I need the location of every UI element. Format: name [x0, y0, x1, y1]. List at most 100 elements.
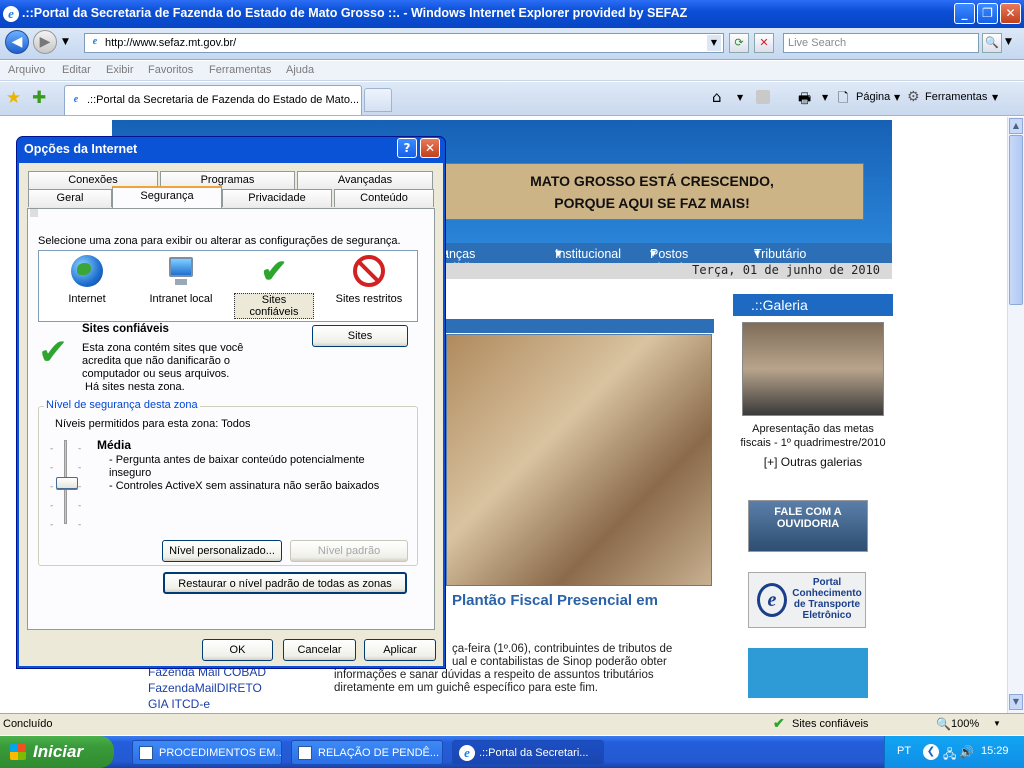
network-icon[interactable]: 🖧	[943, 745, 956, 766]
address-dropdown-icon[interactable]: ▼	[707, 35, 721, 51]
selected-zone-check-icon: ✔	[38, 332, 69, 373]
menu-exibir[interactable]: Exibir	[106, 64, 134, 76]
feeds-icon[interactable]	[756, 90, 770, 104]
volume-icon[interactable]: 🔊	[959, 745, 974, 759]
trusted-zone-icon: ✔	[773, 715, 785, 731]
home-icon[interactable]: ⌂	[712, 88, 722, 106]
checkmark-icon: ✔	[260, 253, 288, 289]
back-button[interactable]: ◀	[5, 30, 29, 54]
default-level-button[interactable]: Nível padrão	[290, 540, 408, 562]
selected-zone-title: Sites confiáveis	[82, 323, 169, 335]
refresh-button[interactable]: ⟳	[729, 33, 749, 53]
address-bar[interactable]: e http://www.sefaz.mt.gov.br/ ▼	[84, 33, 724, 53]
zone-internet[interactable]: Internet	[47, 255, 127, 305]
maximize-button[interactable]: ❐	[977, 3, 998, 24]
menu-editar[interactable]: Editar	[62, 64, 91, 76]
zoom-dropdown-icon[interactable]: ▼	[993, 719, 1001, 728]
zone-intranet[interactable]: Intranet local	[141, 255, 221, 305]
stop-button[interactable]: ✕	[754, 33, 774, 53]
zone-sites-confiaveis[interactable]: ✔ Sites confiáveis	[234, 255, 314, 319]
clock[interactable]: 15:29	[981, 745, 1009, 757]
language-indicator[interactable]: PT	[897, 745, 911, 757]
vertical-scrollbar[interactable]: ▲ ▼	[1007, 117, 1024, 713]
link-fazenda-mail-direto[interactable]: FazendaMailDIRETO	[148, 681, 262, 695]
windows-logo-icon	[10, 744, 26, 760]
menu-ferramentas[interactable]: Ferramentas	[209, 64, 271, 76]
history-dropdown-icon[interactable]: ▼	[62, 37, 69, 47]
menu-favoritos[interactable]: Favoritos	[148, 64, 193, 76]
cte-banner[interactable]: e Portal Conhecimento de Transporte Eletrôn…	[748, 572, 866, 628]
add-favorite-icon[interactable]: ✚	[32, 88, 46, 108]
page-nav: anças Públicas ▾ Institucional ▾ Postos …	[440, 243, 892, 275]
nav-tributario[interactable]: Tributário ▾	[754, 245, 806, 261]
help-button[interactable]: ?	[397, 138, 417, 158]
search-input[interactable]: Live Search	[783, 33, 979, 53]
status-zone[interactable]: Sites confiáveis	[792, 718, 868, 730]
gallery-caption-1[interactable]: Apresentação das metas	[733, 423, 893, 435]
nav-institucional[interactable]: Institucional ▾	[555, 245, 621, 261]
custom-level-button[interactable]: Nível personalizado...	[162, 540, 282, 562]
ie-task-icon: e	[459, 745, 475, 761]
scroll-thumb[interactable]	[1009, 135, 1023, 305]
tab-page-icon: e	[69, 93, 83, 107]
ouvidoria-banner[interactable]: FALE COM A OUVIDORIA	[748, 500, 868, 552]
tab-avancadas[interactable]: Avançadas	[297, 171, 433, 189]
close-button[interactable]: ✕	[1000, 3, 1021, 24]
cancel-button[interactable]: Cancelar	[283, 639, 356, 661]
ok-button[interactable]: OK	[202, 639, 273, 661]
blue-banner[interactable]	[748, 648, 868, 698]
zoom-icon: 🔍	[936, 717, 951, 731]
globe-icon	[71, 255, 103, 287]
tray-arrow-icon[interactable]: ❮	[923, 744, 939, 760]
outras-galerias-link[interactable]: [+] Outras galerias	[733, 455, 893, 469]
tab-geral[interactable]: Geral	[28, 189, 112, 207]
apply-button[interactable]: Aplicar	[364, 639, 436, 661]
security-level-name: Média	[97, 438, 132, 452]
link-gia-itcd[interactable]: GIA ITCD-e	[148, 697, 210, 711]
tab-conteudo[interactable]: Conteúdo	[334, 189, 434, 207]
restore-all-zones-button[interactable]: Restaurar o nível padrão de todas as zon…	[163, 572, 407, 594]
new-tab-button[interactable]	[364, 88, 392, 112]
gallery-caption-2[interactable]: fiscais - 1º quadrimestre/2010	[733, 437, 893, 449]
menu-ajuda[interactable]: Ajuda	[286, 64, 314, 76]
start-button[interactable]: Iniciar	[0, 736, 114, 768]
page-menu[interactable]: Página	[856, 91, 890, 103]
search-options-icon[interactable]: ▼	[1005, 37, 1012, 47]
scroll-up-arrow[interactable]: ▲	[1009, 118, 1023, 134]
news-photo[interactable]	[446, 334, 712, 586]
scroll-down-arrow[interactable]: ▼	[1009, 694, 1023, 710]
menu-arquivo[interactable]: Arquivo	[8, 64, 45, 76]
zone-sites-restritos[interactable]: Sites restritos	[329, 255, 409, 305]
dialog-close-button[interactable]: ✕	[420, 138, 440, 158]
slider-ticks-left: -----	[50, 444, 54, 530]
news-headline[interactable]: Plantão Fiscal Presencial em	[452, 592, 658, 609]
security-level-label: Nível de segurança desta zona	[44, 399, 200, 411]
tab-seguranca[interactable]: Segurança	[112, 186, 222, 208]
tab-privacidade[interactable]: Privacidade	[222, 189, 332, 207]
task-procedimentos[interactable]: PROCEDIMENTOS EM...	[132, 740, 282, 765]
gallery-photo[interactable]	[742, 322, 884, 416]
search-placeholder: Live Search	[788, 37, 847, 49]
task-portal[interactable]: e .::Portal da Secretari...	[452, 740, 604, 765]
search-icon[interactable]: 🔍	[982, 33, 1002, 53]
favorites-star-icon[interactable]: ★	[6, 88, 21, 108]
home-dropdown-icon[interactable]: ▼	[737, 93, 743, 102]
security-slider-thumb[interactable]	[56, 477, 78, 489]
tools-menu[interactable]: Ferramentas	[925, 91, 987, 103]
nav-postos-fiscais[interactable]: Postos Fiscais ▾	[650, 245, 689, 275]
zone-desc-1: Esta zona contém sites que você	[82, 342, 244, 354]
zoom-level[interactable]: 100%	[951, 718, 979, 730]
print-icon[interactable]: 🖶	[798, 88, 811, 112]
page-dropdown-icon[interactable]: ▼	[894, 93, 900, 102]
browser-tab[interactable]: e .::Portal da Secretaria de Fazenda do …	[64, 85, 362, 115]
task-relacao[interactable]: RELAÇÃO DE PENDÊ...	[291, 740, 443, 765]
forward-button[interactable]: ▶	[33, 30, 57, 54]
banner[interactable]: MATO GROSSO ESTÁ CRESCENDO, PORQUE AQUI …	[440, 163, 864, 220]
zone-list: Internet Intranet local ✔ Sites confiáve…	[38, 250, 418, 322]
status-bar: Concluído ✔ Sites confiáveis 🔍 100% ▼	[0, 713, 1024, 735]
banner-line1: MATO GROSSO ESTÁ CRESCENDO,	[530, 173, 774, 189]
tools-dropdown-icon[interactable]: ▼	[992, 93, 998, 102]
print-dropdown-icon[interactable]: ▼	[822, 93, 828, 102]
sites-button[interactable]: Sites	[312, 325, 408, 347]
minimize-button[interactable]: _	[954, 3, 975, 24]
